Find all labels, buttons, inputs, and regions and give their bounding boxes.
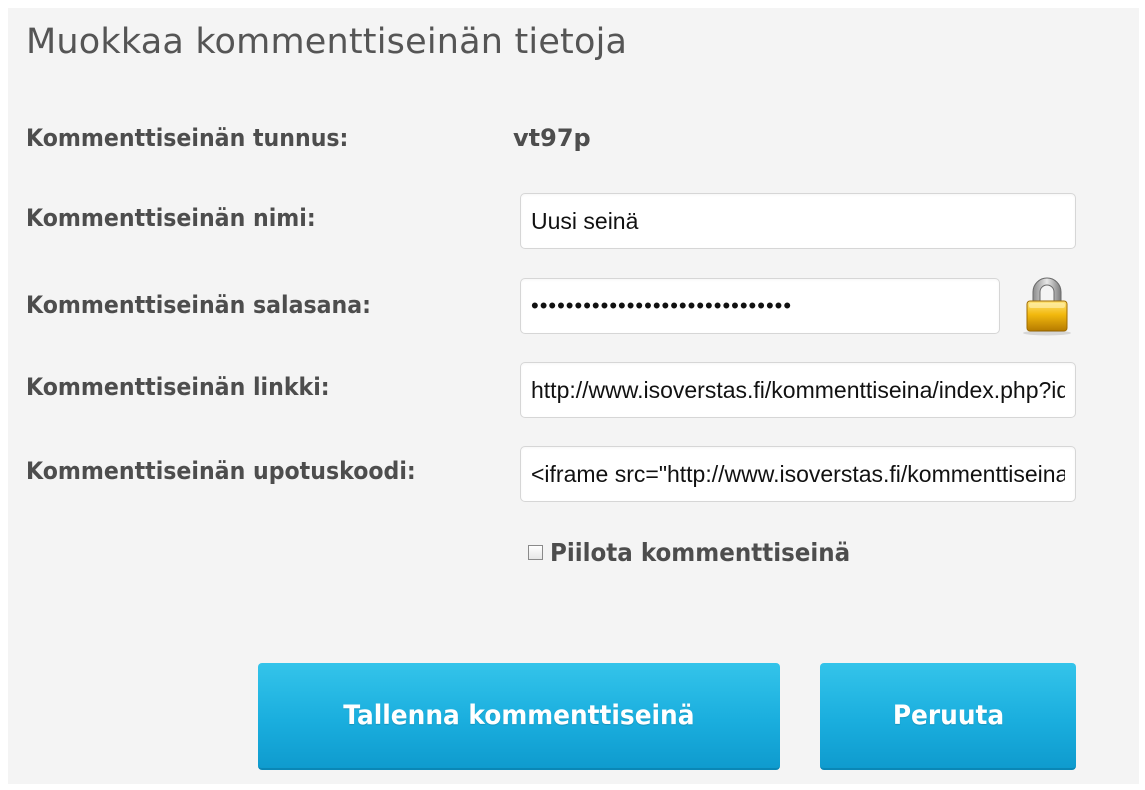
- wall-link-input[interactable]: [521, 363, 1075, 417]
- wall-name-label: Kommenttiseinän nimi:: [26, 204, 316, 232]
- edit-wall-panel: Muokkaa kommenttiseinän tietoja Kommentt…: [8, 8, 1139, 784]
- wall-embed-code-input[interactable]: [521, 447, 1075, 501]
- wall-id-label: Kommenttiseinän tunnus:: [26, 124, 349, 152]
- wall-name-field-wrapper: [520, 193, 1076, 249]
- save-wall-button-label: Tallenna kommenttiseinä: [343, 700, 695, 731]
- wall-id-value: vt97p: [513, 124, 591, 152]
- page-title: Muokkaa kommenttiseinän tietoja: [26, 22, 628, 62]
- hide-wall-checkbox-row[interactable]: Piilota kommenttiseinä: [528, 538, 876, 567]
- lock-icon[interactable]: [1018, 272, 1076, 336]
- hide-wall-checkbox[interactable]: [528, 545, 543, 560]
- wall-name-input[interactable]: [521, 194, 1075, 248]
- hide-wall-checkbox-label[interactable]: Piilota kommenttiseinä: [550, 538, 850, 567]
- cancel-button[interactable]: Peruuta: [820, 663, 1076, 770]
- save-wall-button[interactable]: Tallenna kommenttiseinä: [258, 663, 780, 770]
- wall-embed-field-wrapper: [520, 446, 1076, 502]
- cancel-button-label: Peruuta: [892, 700, 1004, 731]
- wall-link-field-wrapper: [520, 362, 1076, 418]
- wall-link-label: Kommenttiseinän linkki:: [26, 373, 330, 401]
- wall-embed-label: Kommenttiseinän upotuskoodi:: [26, 457, 416, 485]
- wall-password-field-wrapper: [520, 278, 1000, 334]
- wall-password-label: Kommenttiseinän salasana:: [26, 291, 371, 319]
- wall-password-input[interactable]: [521, 279, 999, 333]
